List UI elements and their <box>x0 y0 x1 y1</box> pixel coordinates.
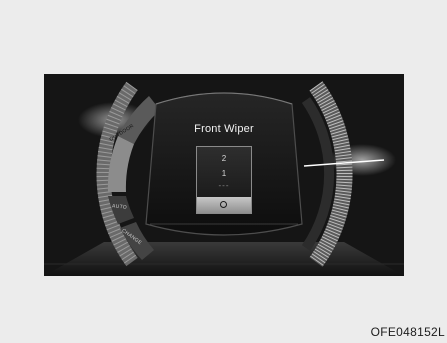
front-wiper-title: Front Wiper <box>194 123 254 135</box>
wiper-option-off[interactable]: --- <box>197 181 251 190</box>
wiper-option-2[interactable]: 2 <box>197 154 251 163</box>
right-gauge-inner <box>301 97 335 251</box>
wiper-option-selected[interactable] <box>197 197 251 213</box>
wiper-option-menu: 2 1 --- <box>196 146 252 214</box>
ring-icon <box>220 201 227 208</box>
figure-caption: OFE048152L <box>370 325 445 339</box>
wiper-option-1[interactable]: 1 <box>197 169 251 178</box>
instrument-cluster-display: Front Wiper 2 1 --- OUTDOOR AUTO CHANGE <box>44 74 404 276</box>
